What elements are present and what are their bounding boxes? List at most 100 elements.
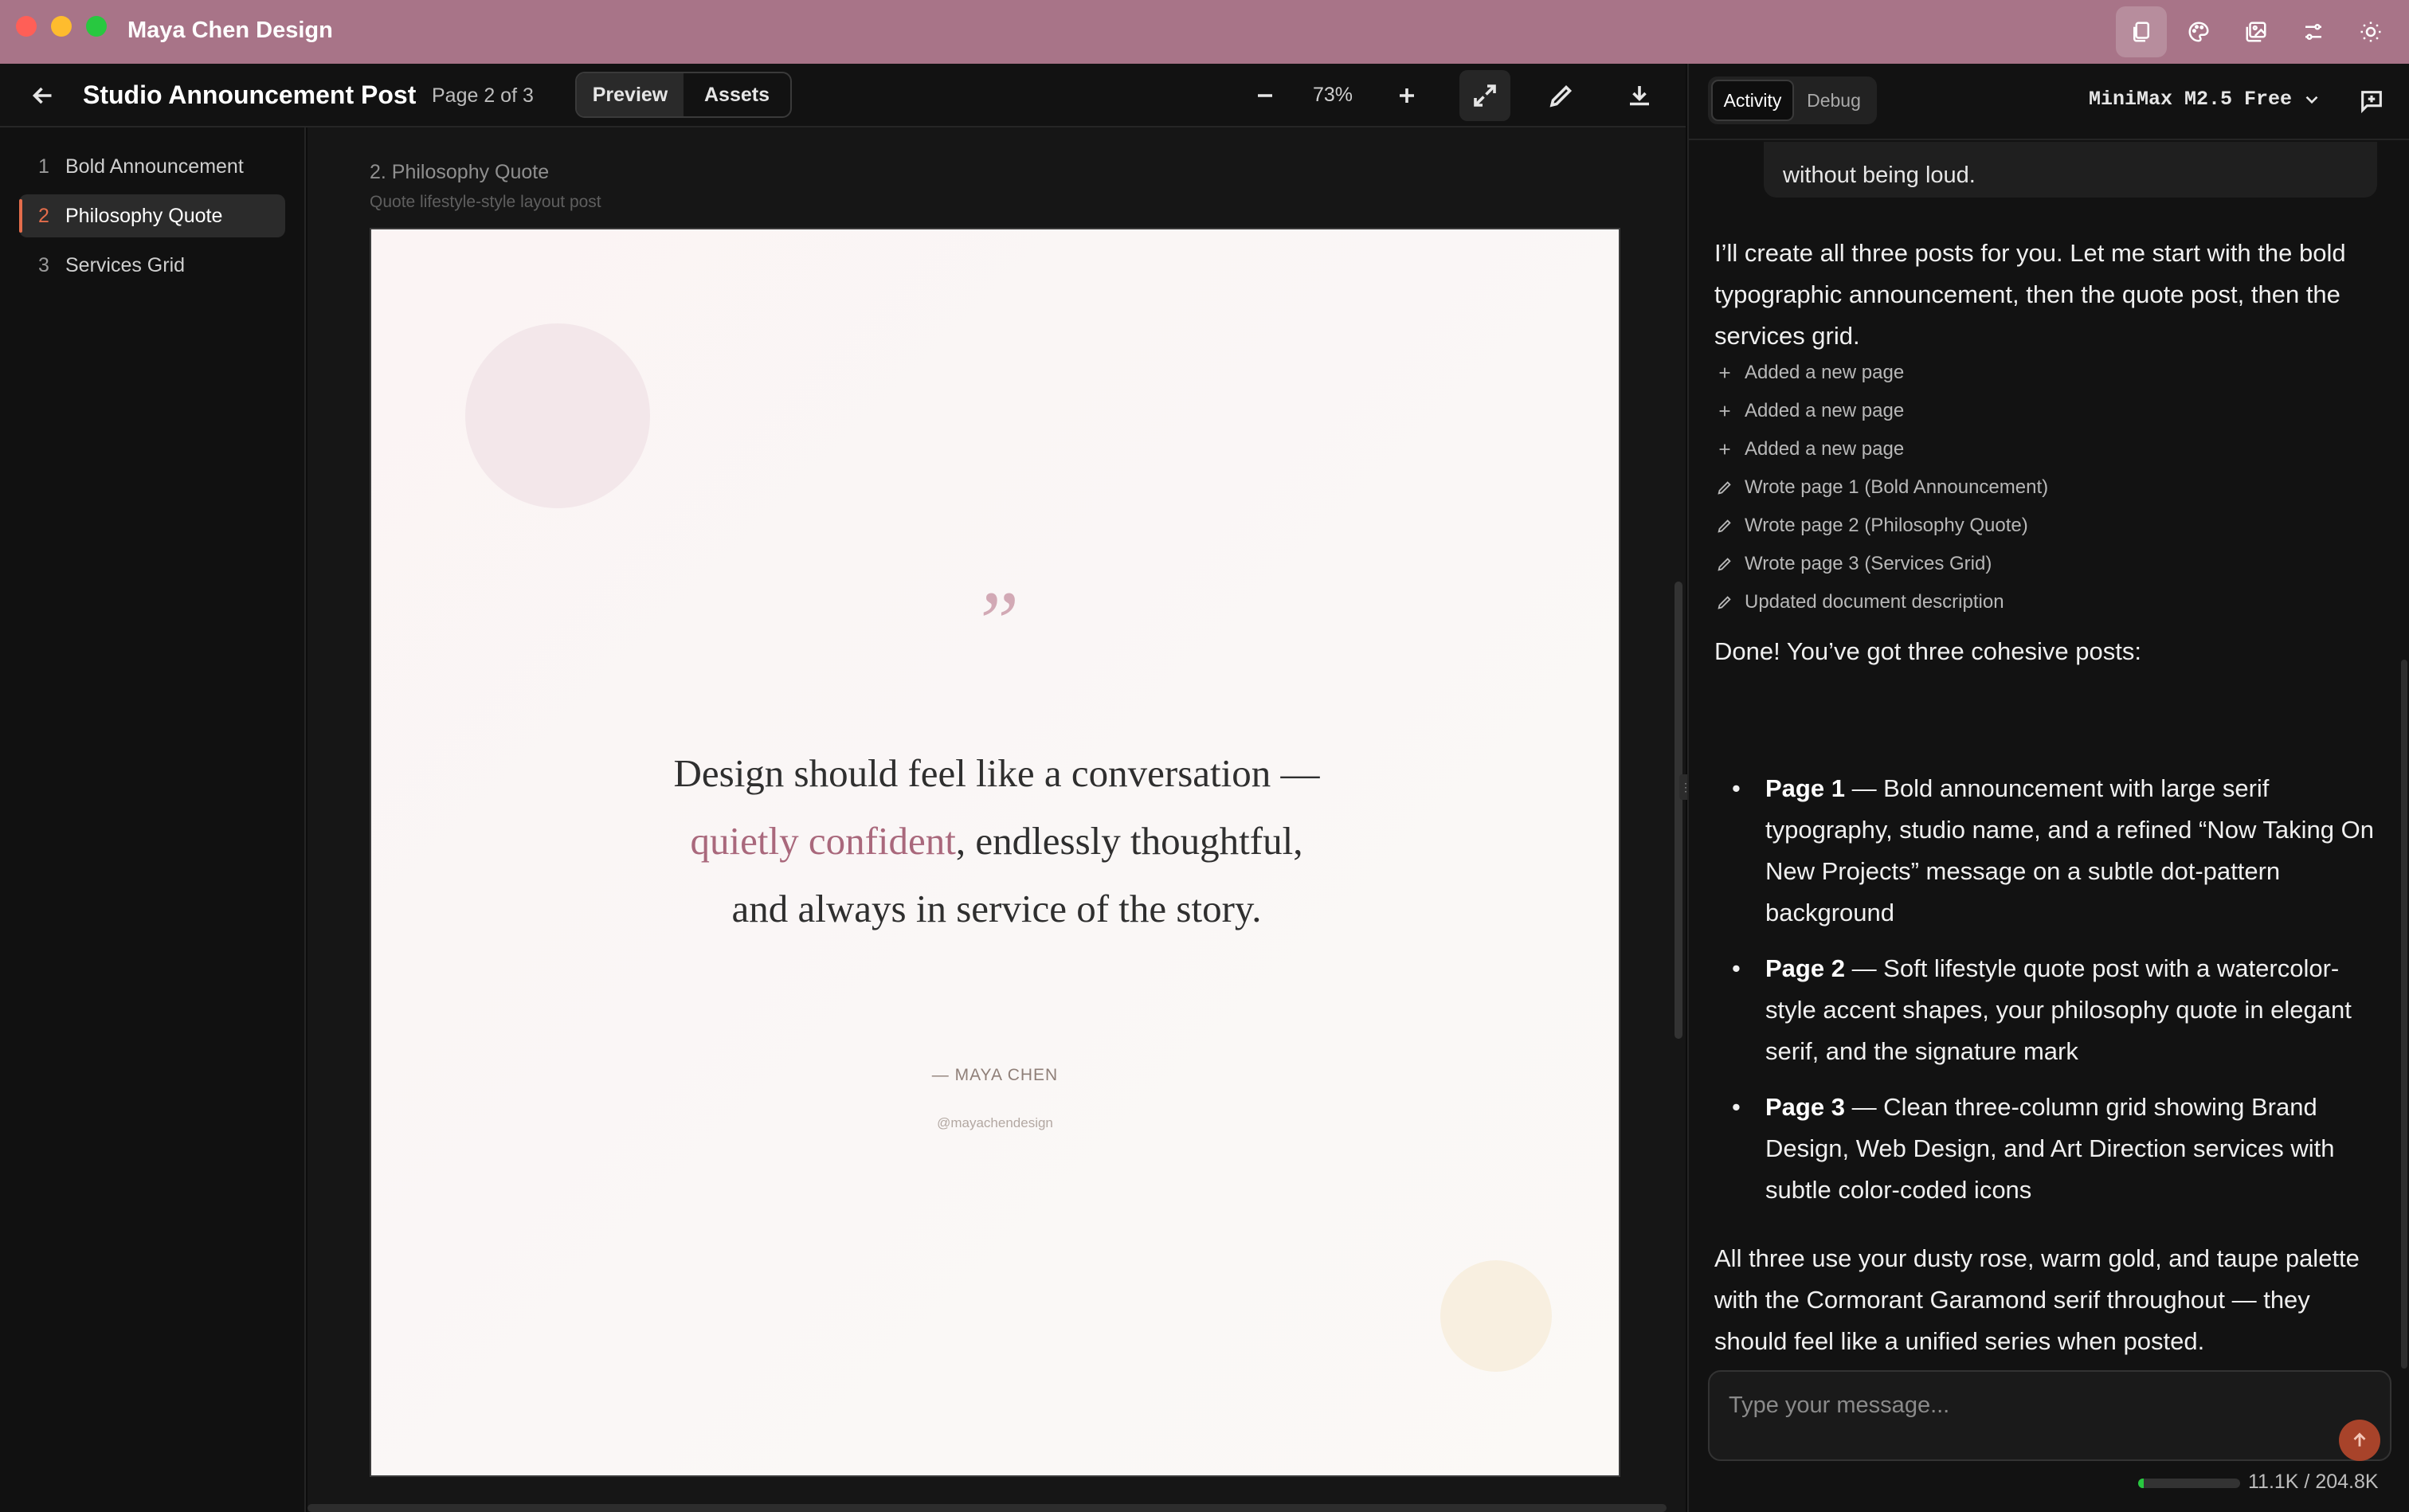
page-item-bold-announcement[interactable]: 1 Bold Announcement [19,145,285,188]
pencil-icon [1718,481,1731,495]
model-selector[interactable]: MiniMax M2.5 Free [2089,88,2322,111]
user-message-bubble: without being loud. [1764,142,2377,198]
accent-circle-rose [465,323,650,508]
app-title: Maya Chen Design [127,18,333,43]
zoom-out-button[interactable] [1251,81,1279,110]
token-usage-fill [2138,1479,2144,1488]
chat-header: Activity Debug MiniMax M2.5 Free [1689,64,2409,140]
quote-text-part1: Design should feel like a conversation — [673,751,1320,795]
quote-signature: — MAYA CHEN [931,1066,1059,1084]
fullscreen-button[interactable] [1459,70,1510,121]
activity-text: Wrote page 2 (Philosophy Quote) [1745,515,2028,536]
download-icon [1630,86,1649,106]
chat-tab-switcher: Activity Debug [1708,76,1877,124]
assistant-closing-message: All three use your dusty rose, warm gold… [1714,1244,2360,1355]
maximize-window-button[interactable] [86,16,107,37]
arrow-up-icon [2353,1432,2366,1447]
arrow-left-icon [32,87,52,104]
assistant-intro-message: I’ll create all three posts for you. Let… [1714,239,2346,350]
pages-icon [2133,22,2149,42]
canvas-vertical-scrollbar[interactable] [1675,582,1682,1039]
zoom-level: 73% [1313,84,1353,106]
activity-text: Updated document description [1745,591,2004,613]
summary-item-head: Page 1 [1765,774,1845,802]
minimize-window-button[interactable] [51,16,72,37]
pencil-icon [1718,596,1731,609]
activity-item: Added a new page [1716,400,1904,422]
canvas-page-description: Quote lifestyle-style layout post [370,193,601,211]
assistant-done-message: Done! You’ve got three cohesive posts: [1714,637,2141,665]
settings-sliders-button[interactable] [2288,6,2339,57]
theme-toggle-button[interactable] [2345,6,2396,57]
accent-circle-gold [1440,1260,1552,1372]
pencil-icon [1718,558,1731,571]
zoom-in-button[interactable] [1393,81,1421,110]
social-handle: @mayachendesign [937,1115,1053,1130]
pages-view-button[interactable] [2116,6,2167,57]
download-button[interactable] [1625,81,1654,110]
activity-item: Added a new page [1716,362,1904,384]
palette-icon [2188,22,2209,42]
activity-text: Added a new page [1745,362,1905,383]
chevron-down-icon [2305,96,2318,104]
gallery-button[interactable] [2231,6,2282,57]
activity-text: Added a new page [1745,400,1905,421]
page-list-sidebar: 1 Bold Announcement 2 Philosophy Quote 3… [0,127,306,1512]
summary-item-head: Page 3 [1765,1093,1845,1121]
model-name: MiniMax M2.5 Free [2089,88,2293,111]
activity-item: Wrote page 1 (Bold Announcement) [1716,476,2048,499]
page-number: 3 [38,253,49,276]
edit-button[interactable] [1547,81,1576,110]
new-chat-button[interactable] [2358,88,2385,115]
palette-button[interactable] [2173,6,2224,57]
images-icon [2246,22,2266,42]
page-label: Services Grid [65,253,186,276]
summary-item: Page 3 — Clean three-column grid showing… [1714,1087,2384,1211]
tab-assets[interactable]: Assets [684,73,790,116]
back-button[interactable] [29,81,57,110]
send-button[interactable] [2339,1420,2380,1461]
view-switcher: Preview Assets [575,72,792,118]
quote-text: Design should feel like a conversation —… [658,739,1335,942]
chat-messages: without being loud. I’ll create all thre… [1689,142,2409,1415]
summary-item-body: — Clean three-column grid showing Brand … [1765,1093,2335,1204]
post-preview[interactable]: ” Design should feel like a conversation… [370,228,1620,1477]
tab-preview[interactable]: Preview [577,73,684,116]
summary-item-body: — Bold announcement with large serif typ… [1765,774,2374,926]
user-message-tail: without being loud. [1783,163,1976,188]
tab-debug[interactable]: Debug [1794,80,1874,121]
plus-icon [1400,88,1414,103]
sun-icon [2360,22,2381,42]
message-plus-icon [2361,91,2382,114]
document-title: Studio Announcement Post [83,80,417,109]
page-number: 1 [38,155,49,178]
tab-activity[interactable]: Activity [1711,80,1794,121]
activity-item: Wrote page 2 (Philosophy Quote) [1716,515,2028,537]
activity-item: Updated document description [1716,591,2004,613]
page-indicator: Page 2 of 3 [432,84,534,107]
activity-text: Wrote page 1 (Bold Announcement) [1745,476,2049,498]
page-label: Philosophy Quote [65,204,223,227]
quote-accent-text: quietly confident [690,819,956,863]
close-window-button[interactable] [16,16,37,37]
titlebar-toolbar [2109,0,2409,64]
pencil-icon [1718,519,1731,533]
sliders-icon [2305,24,2321,40]
document-toolbar: Studio Announcement Post Page 2 of 3 Pre… [0,64,1686,127]
summary-item: Page 1 — Bold announcement with large se… [1714,768,2384,934]
summary-item: Page 2 — Soft lifestyle quote post with … [1714,948,2384,1072]
summary-item-body: — Soft lifestyle quote post with a water… [1765,954,2352,1065]
summary-list: Page 1 — Bold announcement with large se… [1714,768,2384,1225]
page-number: 2 [38,204,49,227]
window-titlebar: Maya Chen Design [0,0,2409,64]
plus-icon [1719,367,1730,378]
page-item-services-grid[interactable]: 3 Services Grid [19,244,285,287]
page-item-philosophy-quote[interactable]: 2 Philosophy Quote [19,194,285,237]
canvas-horizontal-scrollbar[interactable] [307,1504,1667,1512]
quote-mark: ” [970,574,1020,671]
minus-icon [1258,94,1272,97]
message-input[interactable] [1729,1389,2334,1421]
chat-scrollbar[interactable] [2401,660,2407,1369]
activity-item: Wrote page 3 (Services Grid) [1716,553,1992,575]
plus-icon [1719,405,1730,417]
